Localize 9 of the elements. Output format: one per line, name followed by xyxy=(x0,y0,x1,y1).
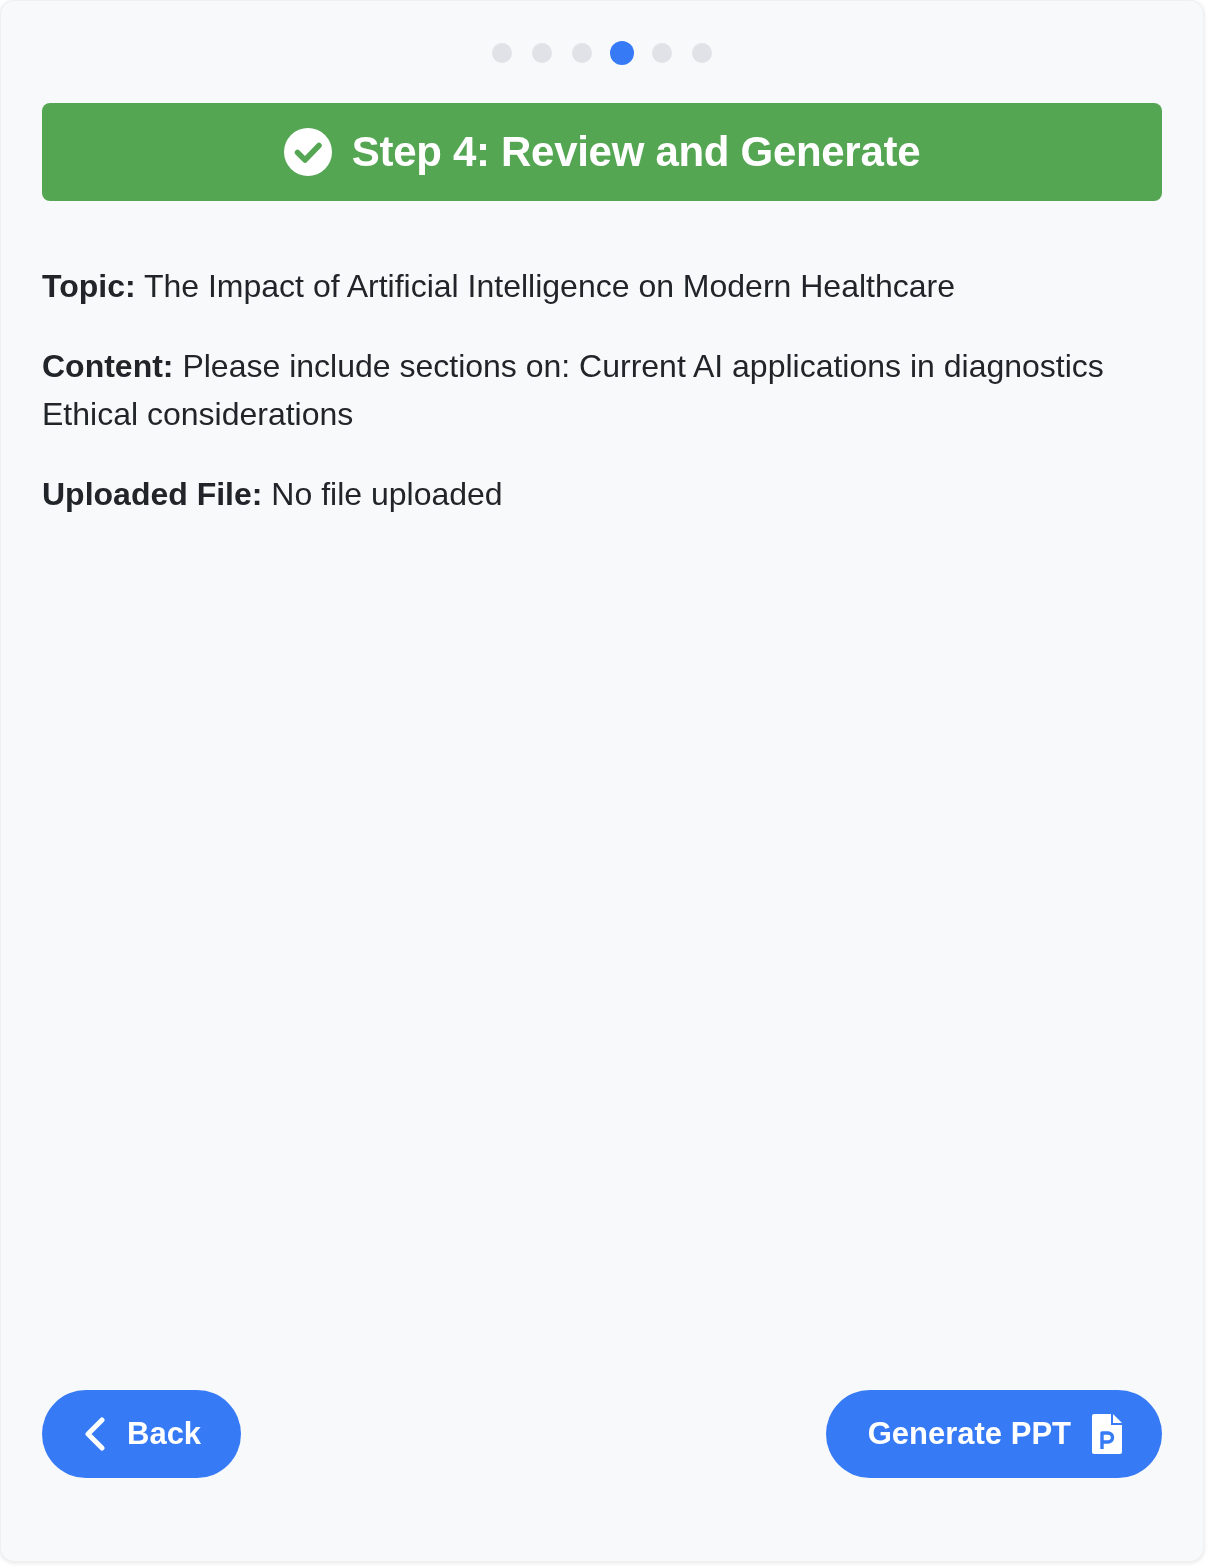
summary-text: Uploaded File: No file uploaded xyxy=(42,475,504,514)
presentation-file-icon xyxy=(1092,1414,1122,1454)
check-circle-icon xyxy=(283,128,332,176)
summary-text: Topic: The Impact of Artificial Intelligence on Modern Healthcare xyxy=(42,267,956,306)
generate-button[interactable]: Generate PPT xyxy=(825,1390,1162,1478)
step-title: Step 4: Review and Generate xyxy=(351,126,921,177)
chevron-left-icon xyxy=(84,1417,106,1451)
summary-text: Content: Please include sections on: Current AI applications in diagnostics Ethical considerations xyxy=(42,347,1105,434)
back-button[interactable]: Back xyxy=(42,1390,242,1478)
